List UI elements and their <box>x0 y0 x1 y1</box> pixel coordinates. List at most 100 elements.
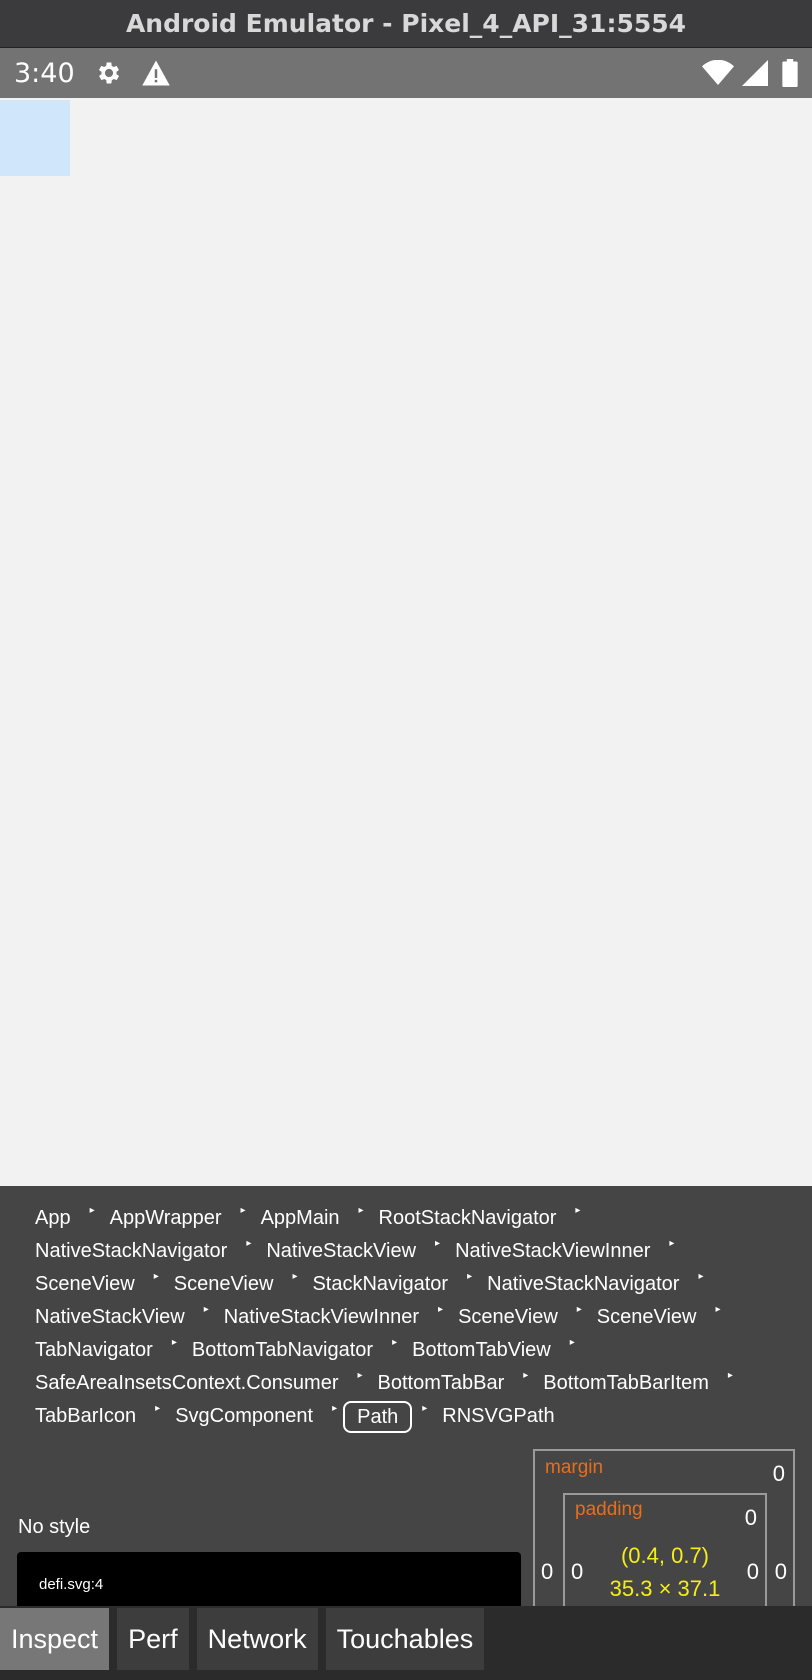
breadcrumb-arrow-icon: ▸ <box>358 1205 364 1216</box>
status-time: 3:40 <box>14 57 75 89</box>
breadcrumb-arrow-icon: ▸ <box>727 1370 733 1381</box>
inspector-tab-bar: Inspect Perf Network Touchables <box>0 1606 812 1680</box>
breadcrumb-item: BottomTabBar ▸ <box>369 1367 535 1400</box>
breadcrumb-arrow-icon: ▸ <box>246 1238 252 1249</box>
breadcrumb-item: BottomTabNavigator ▸ <box>183 1334 403 1367</box>
breadcrumb-item: BottomTabView ▸ <box>403 1334 581 1367</box>
breadcrumb-link[interactable]: RNSVGPath <box>433 1400 563 1433</box>
breadcrumb-item: NativeStackView ▸ <box>257 1235 446 1268</box>
breadcrumb-item: SafeAreaInsetsContext.Consumer ▸ <box>26 1367 369 1400</box>
breadcrumb-arrow-icon: ▸ <box>89 1205 95 1216</box>
breadcrumb-arrow-icon: ▸ <box>203 1304 209 1315</box>
breadcrumb-link[interactable]: RootStackNavigator <box>370 1202 566 1235</box>
breadcrumb-link[interactable]: BottomTabBar <box>369 1367 514 1400</box>
breadcrumb-link[interactable]: SceneView <box>26 1268 144 1301</box>
box-model-content: (0.4, 0.7) 35.3 × 37.1 <box>595 1539 735 1605</box>
breadcrumb-link[interactable]: NativeStackNavigator <box>26 1235 236 1268</box>
breadcrumb-arrow-icon: ▸ <box>576 1304 582 1315</box>
breadcrumb-link[interactable]: TabNavigator <box>26 1334 162 1367</box>
tab-inspect[interactable]: Inspect <box>0 1608 110 1670</box>
tab-perf[interactable]: Perf <box>117 1608 189 1670</box>
breadcrumb-item: NativeStackViewInner ▸ <box>446 1235 680 1268</box>
element-inspector-panel: App ▸ AppWrapper ▸ AppMain ▸ RootStackNavigato… <box>0 1186 812 1606</box>
breadcrumb-arrow-icon: ▸ <box>569 1337 575 1348</box>
breadcrumb-item: NativeStackNavigator ▸ <box>26 1235 257 1268</box>
breadcrumb-item: BottomTabBarItem ▸ <box>534 1367 739 1400</box>
breadcrumb-arrow-icon: ▸ <box>240 1205 246 1216</box>
breadcrumb-item: SceneView ▸ <box>26 1268 165 1301</box>
breadcrumb-link[interactable]: SceneView <box>588 1301 706 1334</box>
breadcrumb-link[interactable]: NativeStackView <box>26 1301 194 1334</box>
signal-icon <box>742 60 768 86</box>
battery-icon <box>782 59 798 87</box>
padding-label: padding <box>575 1499 643 1520</box>
breadcrumb-link[interactable]: NativeStackNavigator <box>478 1268 688 1301</box>
breadcrumb-link[interactable]: AppMain <box>252 1202 349 1235</box>
breadcrumb-arrow-icon: ▸ <box>715 1304 721 1315</box>
breadcrumb-link[interactable]: SceneView <box>449 1301 567 1334</box>
tab-touchables[interactable]: Touchables <box>325 1608 485 1670</box>
breadcrumb-item: SceneView ▸ <box>165 1268 304 1301</box>
breadcrumb-link[interactable]: StackNavigator <box>303 1268 457 1301</box>
breadcrumb-link[interactable]: TabBarIcon <box>26 1400 145 1433</box>
breadcrumb-arrow-icon: ▸ <box>669 1238 675 1249</box>
no-style-label: No style <box>18 1516 91 1538</box>
source-location: defi.svg:4 <box>39 1576 104 1593</box>
breadcrumb-arrow-icon: ▸ <box>575 1205 581 1216</box>
breadcrumb-item: NativeStackView ▸ <box>26 1301 215 1334</box>
breadcrumb-link[interactable]: BottomTabBarItem <box>534 1367 718 1400</box>
element-position: (0.4, 0.7) <box>620 1543 710 1568</box>
breadcrumb-arrow-icon: ▸ <box>422 1403 428 1414</box>
warning-icon <box>141 59 171 87</box>
breadcrumb-item: AppWrapper ▸ <box>101 1202 252 1235</box>
breadcrumb-item: TabNavigator ▸ <box>26 1334 183 1367</box>
breadcrumb-item: TabBarIcon ▸ <box>26 1400 166 1433</box>
breadcrumb-arrow-icon: ▸ <box>438 1304 444 1315</box>
breadcrumb-item: App ▸ <box>26 1202 101 1235</box>
box-model-padding: padding 0 0 0 (0.4, 0.7) 35.3 × 37.1 <box>563 1493 767 1606</box>
breadcrumb-item: NativeStackNavigator ▸ <box>478 1268 709 1301</box>
breadcrumb-link[interactable]: SceneView <box>165 1268 283 1301</box>
breadcrumb-link[interactable]: BottomTabView <box>403 1334 560 1367</box>
app-viewport[interactable] <box>0 98 812 1186</box>
gear-icon <box>95 59 123 87</box>
breadcrumb-item: AppMain ▸ <box>252 1202 370 1235</box>
breadcrumb-link[interactable]: App <box>26 1202 80 1235</box>
breadcrumb-link[interactable]: SvgComponent <box>166 1400 322 1433</box>
window-title: Android Emulator - Pixel_4_API_31:5554 <box>125 9 687 38</box>
breadcrumb-arrow-icon: ▸ <box>435 1238 441 1249</box>
breadcrumb-item: RootStackNavigator ▸ <box>370 1202 587 1235</box>
padding-left-value: 0 <box>571 1559 584 1584</box>
breadcrumb-arrow-icon: ▸ <box>392 1337 398 1348</box>
breadcrumb-arrow-icon: ▸ <box>153 1271 159 1282</box>
breadcrumb-arrow-icon: ▸ <box>698 1271 704 1282</box>
android-status-bar: 3:40 <box>0 48 812 98</box>
padding-right-value: 0 <box>746 1559 759 1584</box>
breadcrumb-item: RNSVGPath <box>433 1400 563 1433</box>
box-model-margin: margin 0 0 0 padding 0 0 0 (0.4, 0.7) 35… <box>533 1449 795 1606</box>
component-breadcrumb: App ▸ AppWrapper ▸ AppMain ▸ RootStackNavigato… <box>26 1202 796 1433</box>
margin-label: margin <box>545 1457 604 1478</box>
inspected-element-highlight <box>0 100 70 176</box>
breadcrumb-arrow-icon: ▸ <box>292 1271 298 1282</box>
margin-right-value: 0 <box>774 1559 787 1584</box>
breadcrumb-item: StackNavigator ▸ <box>303 1268 478 1301</box>
breadcrumb-link[interactable]: SafeAreaInsetsContext.Consumer <box>26 1367 348 1400</box>
breadcrumb-arrow-icon: ▸ <box>357 1370 363 1381</box>
breadcrumb-item: SvgComponent ▸ <box>166 1400 343 1433</box>
breadcrumb-item: SceneView ▸ <box>588 1301 727 1334</box>
element-size: 35.3 × 37.1 <box>609 1576 721 1601</box>
breadcrumb-arrow-icon: ▸ <box>467 1271 473 1282</box>
wifi-icon <box>702 60 734 86</box>
tab-network[interactable]: Network <box>196 1608 318 1670</box>
padding-top-value: 0 <box>744 1505 757 1530</box>
breadcrumb-link[interactable]: NativeStackView <box>257 1235 425 1268</box>
window-title-bar: Android Emulator - Pixel_4_API_31:5554 <box>0 0 812 48</box>
breadcrumb-link[interactable]: NativeStackViewInner <box>446 1235 659 1268</box>
margin-left-value: 0 <box>541 1559 554 1584</box>
source-location-box[interactable]: defi.svg:4 <box>17 1552 521 1606</box>
breadcrumb-link[interactable]: BottomTabNavigator <box>183 1334 382 1367</box>
breadcrumb-selected[interactable]: Path <box>343 1400 413 1433</box>
breadcrumb-arrow-icon: ▸ <box>332 1403 338 1414</box>
breadcrumb-link[interactable]: AppWrapper <box>101 1202 231 1235</box>
